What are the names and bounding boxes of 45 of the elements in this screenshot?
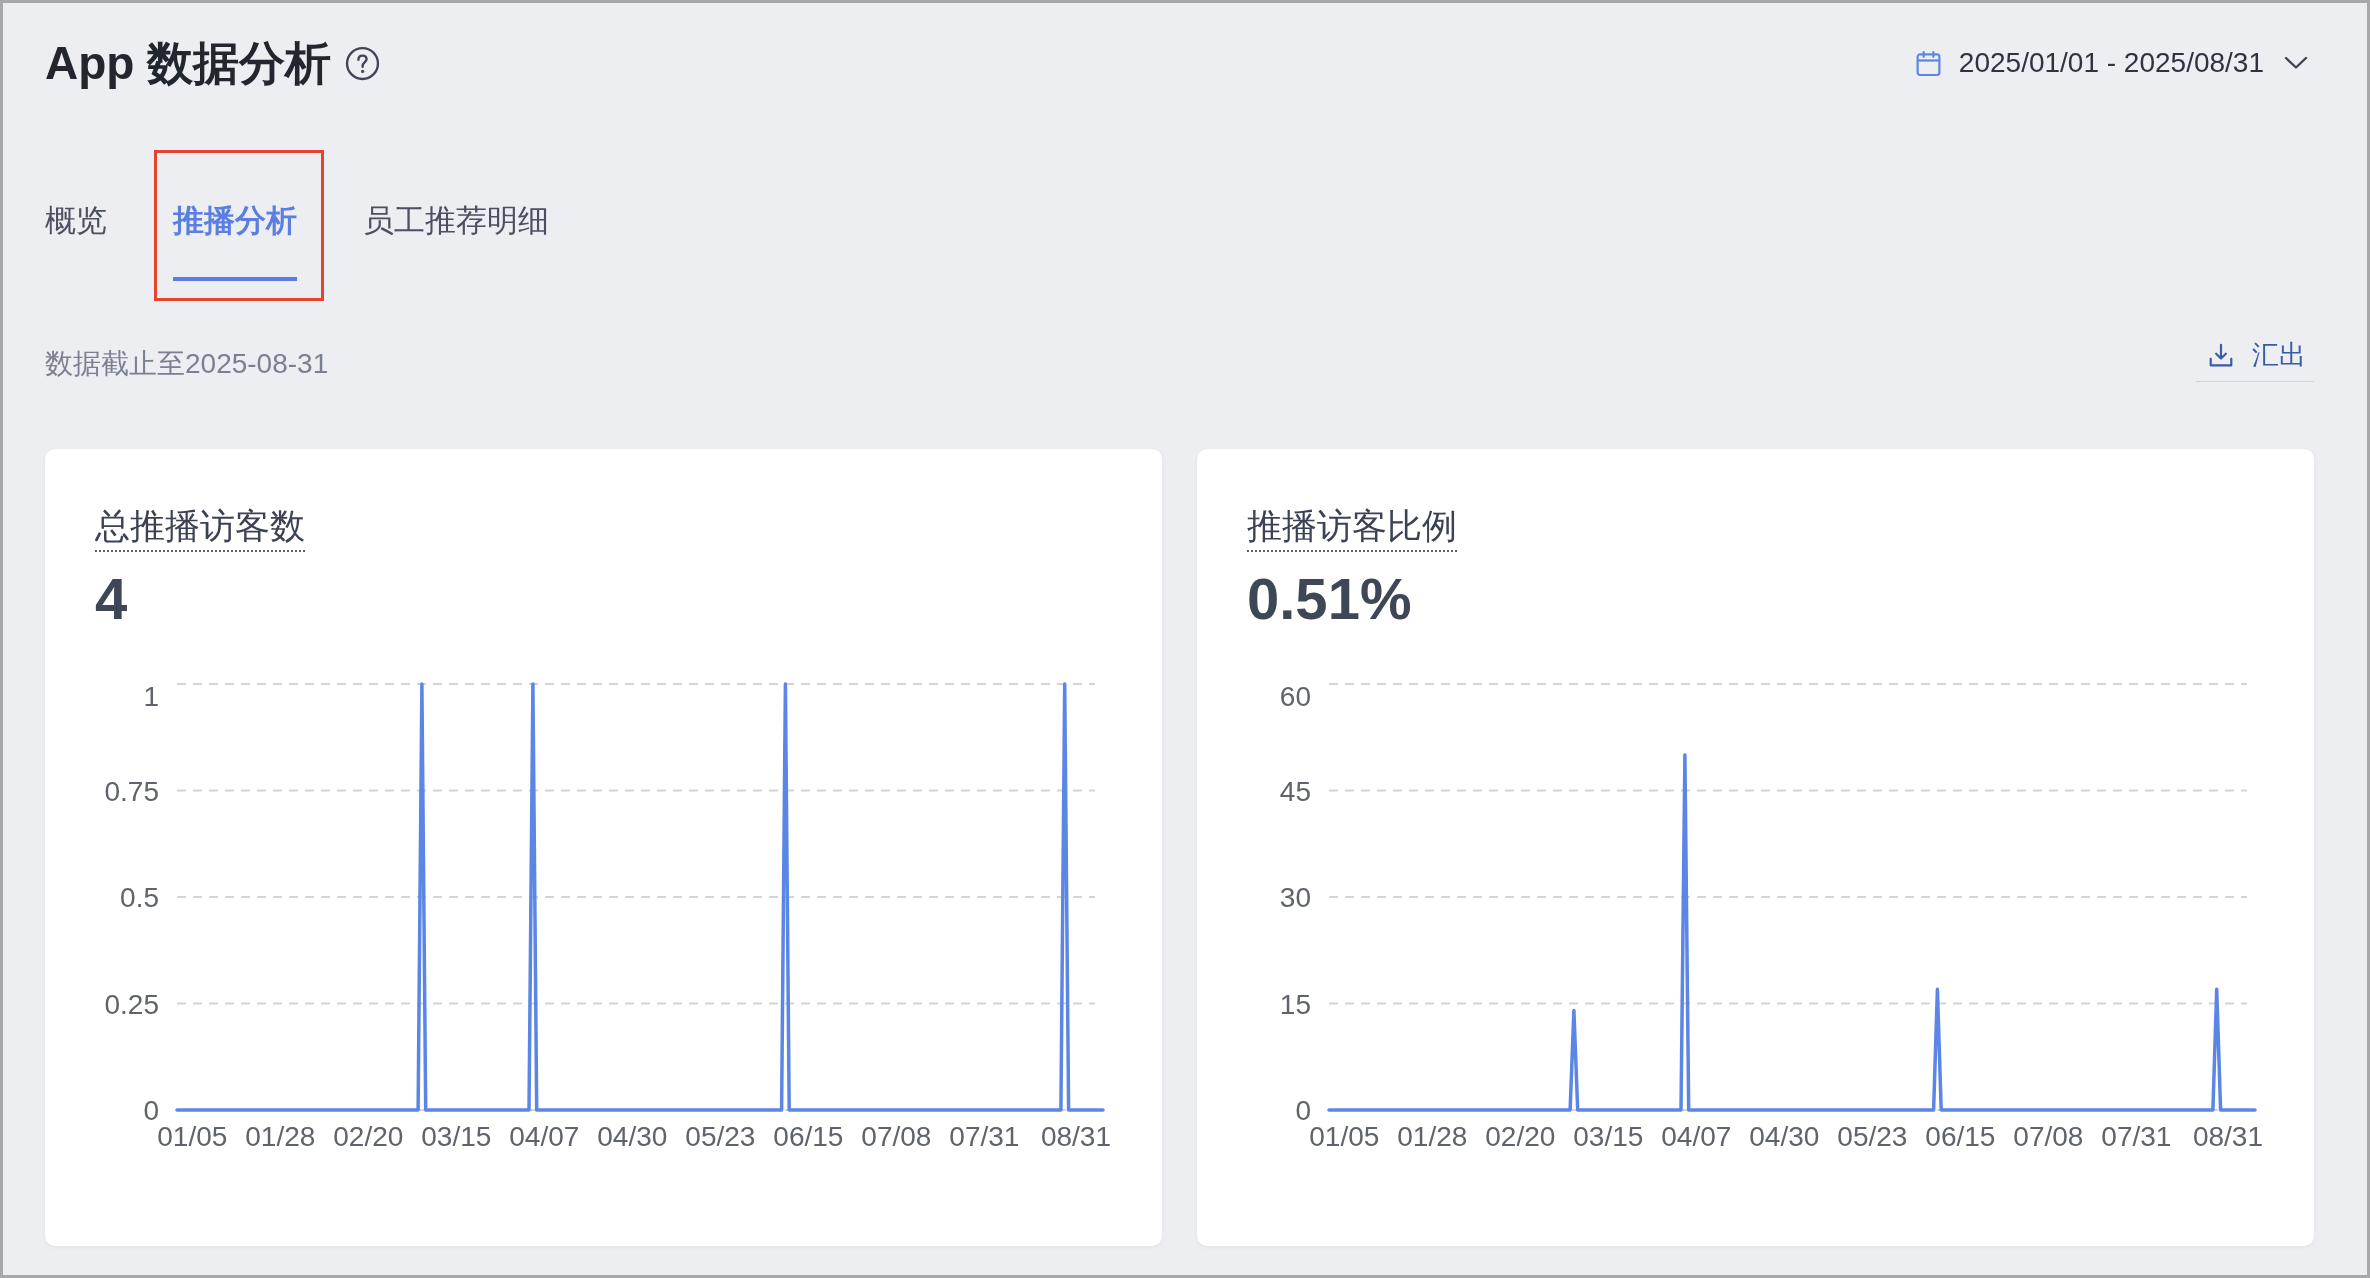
chevron-down-icon	[2284, 56, 2308, 70]
y-axis-label: 0	[1295, 1095, 1311, 1126]
x-axis-label: 01/05	[1309, 1121, 1380, 1152]
y-axis-label: 0.5	[120, 882, 159, 913]
card-title: 总推播访客数	[95, 503, 305, 552]
x-axis-label: 05/23	[1837, 1121, 1908, 1152]
metric-value: 4	[95, 565, 128, 633]
x-axis-label: 06/15	[773, 1121, 844, 1152]
x-axis-label: 03/15	[1573, 1121, 1644, 1152]
x-axis-label: 03/15	[421, 1121, 492, 1152]
x-axis-label: 04/07	[1661, 1121, 1732, 1152]
tab[interactable]: 员工推荐明细	[363, 201, 549, 281]
download-icon	[2208, 342, 2234, 368]
x-axis-label: 02/20	[1485, 1121, 1556, 1152]
x-axis-label: 08/31	[2192, 1121, 2263, 1152]
y-axis-label: 0.75	[104, 775, 159, 807]
data-cutoff-note: 数据截止至2025-08-31	[45, 347, 329, 381]
y-axis-label: 15	[1279, 988, 1311, 1020]
y-axis-label: 30	[1279, 882, 1311, 913]
x-axis-label: 01/28	[245, 1121, 316, 1152]
metric-value: 0.51%	[1247, 565, 1412, 633]
x-axis-label: 07/08	[861, 1121, 932, 1152]
export-button[interactable]: 汇出	[2196, 329, 2314, 382]
x-axis-label: 04/30	[597, 1121, 668, 1152]
x-axis-label: 07/31	[2101, 1121, 2172, 1152]
x-axis-label: 01/05	[157, 1121, 228, 1152]
x-axis-label: 06/15	[1925, 1121, 1996, 1152]
y-axis-label: 45	[1279, 775, 1311, 807]
tab[interactable]: 概览	[45, 201, 107, 281]
x-axis-label: 07/31	[949, 1121, 1020, 1152]
x-axis-label: 04/30	[1749, 1121, 1820, 1152]
help-icon[interactable]	[345, 45, 381, 81]
date-range-picker[interactable]: 2025/01/01 - 2025/08/31	[1907, 41, 2314, 85]
y-axis-label: 0.25	[104, 988, 159, 1020]
y-axis-label: 60	[1279, 681, 1311, 712]
x-axis-label: 07/08	[2013, 1121, 2084, 1152]
y-axis-label: 1	[143, 681, 159, 712]
x-axis-label: 04/07	[509, 1121, 580, 1152]
y-axis-label: 0	[143, 1095, 159, 1126]
x-axis-label: 01/28	[1397, 1121, 1468, 1152]
page-title: App 数据分析	[45, 36, 332, 91]
x-axis-label: 02/20	[333, 1121, 404, 1152]
x-axis-label: 08/31	[1040, 1121, 1111, 1152]
x-axis-label: 05/23	[685, 1121, 756, 1152]
card-title: 推播访客比例	[1247, 503, 1457, 552]
